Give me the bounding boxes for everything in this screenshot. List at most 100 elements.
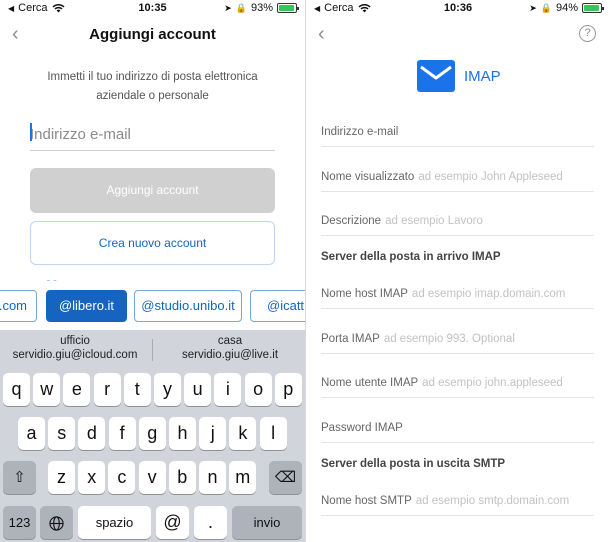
field-label: Password IMAP: [321, 422, 403, 434]
display-name-field[interactable]: Nome visualizzato ad esempio John Applese…: [321, 162, 594, 192]
status-bar: ◀ Cerca 10:35 ➤ 🔒 93%: [0, 0, 305, 18]
suggestion-label: ufficio: [60, 335, 90, 347]
battery-percent: 94%: [555, 2, 578, 14]
status-right: ➤ 🔒 94%: [529, 2, 604, 14]
location-icon: ➤: [224, 2, 232, 13]
key-f[interactable]: f: [108, 417, 136, 450]
status-bar: ◀ Cerca 10:36 ➤ 🔒 94%: [306, 0, 610, 18]
domain-chip[interactable]: .com: [0, 290, 37, 322]
mail-envelope-icon: [417, 60, 455, 92]
battery-percent: 93%: [250, 2, 273, 14]
key-w[interactable]: w: [33, 373, 61, 406]
key-z[interactable]: z: [48, 461, 75, 494]
lock-rotation-icon: 🔒: [235, 2, 247, 13]
add-account-screen: ◀ Cerca 10:35 ➤ 🔒 93% ‹ Aggiungi account…: [0, 0, 305, 542]
field-placeholder: ad esempio 993. Optional: [383, 333, 515, 345]
text-cursor: [30, 123, 32, 141]
page-title: Aggiungi account: [89, 26, 216, 43]
field-placeholder: ad esempio John Appleseed: [418, 171, 563, 183]
key-s[interactable]: s: [48, 417, 76, 450]
key-q[interactable]: q: [3, 373, 30, 406]
email-address-field[interactable]: Indirizzo e-mail: [321, 117, 594, 147]
imap-header: IMAP: [306, 58, 610, 96]
key-b[interactable]: b: [168, 461, 196, 494]
key-e[interactable]: e: [63, 373, 91, 406]
at-key[interactable]: @: [156, 506, 189, 539]
keyboard-suggestions: ufficio servidio.giu@icloud.com casa ser…: [0, 330, 305, 368]
key-j[interactable]: j: [199, 417, 227, 450]
key-k[interactable]: k: [229, 417, 257, 450]
email-input[interactable]: [30, 119, 275, 151]
incoming-server-section-title: Server della posta in arrivo IMAP: [321, 251, 501, 263]
field-label: Nome utente IMAP: [321, 377, 419, 389]
imap-title: IMAP: [464, 68, 501, 85]
intro-text: Immetti il tuo indirizzo di posta elettr…: [47, 71, 258, 102]
field-label: Nome visualizzato: [321, 171, 415, 183]
key-d[interactable]: d: [78, 417, 106, 450]
location-icon: ➤: [529, 2, 537, 13]
suggestion-label: casa: [217, 335, 243, 347]
create-account-button[interactable]: Crea nuovo account: [30, 221, 275, 265]
domain-chip[interactable]: @icatt.: [250, 290, 305, 322]
space-key[interactable]: spazio: [78, 506, 151, 539]
partially-hidden-text: oo: [45, 276, 58, 281]
key-c[interactable]: c: [108, 461, 136, 494]
key-t[interactable]: t: [123, 373, 151, 406]
field-label: Indirizzo e-mail: [321, 126, 399, 138]
battery-icon: [277, 3, 299, 13]
suggestion-item[interactable]: casa servidio.giu@live.it: [155, 334, 305, 362]
add-account-button[interactable]: Aggiungi account: [30, 168, 275, 213]
field-placeholder: ad esempio smtp.domain.com: [415, 495, 570, 507]
globe-key[interactable]: [40, 506, 73, 539]
suggestion-value: servidio.giu@icloud.com: [12, 349, 138, 361]
status-right: ➤ 🔒 93%: [224, 2, 299, 14]
battery-icon: [582, 3, 604, 13]
key-r[interactable]: r: [93, 373, 121, 406]
key-a[interactable]: a: [18, 417, 45, 450]
back-chevron-icon[interactable]: ‹: [318, 24, 334, 44]
return-key[interactable]: invio: [232, 506, 302, 539]
suggestion-divider: [152, 339, 153, 361]
smtp-host-field[interactable]: Nome host SMTP ad esempio smtp.domain.com: [321, 486, 594, 516]
field-placeholder: ad esempio imap.domain.com: [411, 288, 566, 300]
field-label: Nome host SMTP: [321, 495, 412, 507]
dot-key[interactable]: .: [194, 506, 227, 539]
description-field[interactable]: Descrizione ad esempio Lavoro: [321, 206, 594, 236]
delete-key[interactable]: ⌫: [269, 461, 302, 494]
screenshot-composite: ◀ Cerca 10:35 ➤ 🔒 93% ‹ Aggiungi account…: [0, 0, 610, 542]
imap-username-field[interactable]: Nome utente IMAP ad esempio john.applesee…: [321, 368, 594, 398]
key-o[interactable]: o: [244, 373, 272, 406]
field-placeholder: ad esempio Lavoro: [385, 215, 483, 227]
key-x[interactable]: x: [78, 461, 106, 494]
key-h[interactable]: h: [169, 417, 196, 450]
key-m[interactable]: m: [229, 461, 257, 494]
key-g[interactable]: g: [138, 417, 166, 450]
field-label: Porta IMAP: [321, 333, 380, 345]
outgoing-server-section-title: Server della posta in uscita SMTP: [321, 458, 506, 470]
field-label: Descrizione: [321, 215, 382, 227]
domain-suggestions: .com @libero.it @studio.unibo.it @icatt.: [0, 290, 305, 324]
globe-icon: [49, 516, 64, 531]
field-placeholder: ad esempio john.appleseed: [422, 377, 563, 389]
key-i[interactable]: i: [214, 373, 242, 406]
key-n[interactable]: n: [199, 461, 226, 494]
field-label: Nome host IMAP: [321, 288, 408, 300]
suggestion-value: servidio.giu@live.it: [181, 349, 279, 361]
key-l[interactable]: l: [259, 417, 287, 450]
suggestion-item[interactable]: ufficio servidio.giu@icloud.com: [0, 334, 150, 362]
key-p[interactable]: p: [274, 373, 302, 406]
imap-port-field[interactable]: Porta IMAP ad esempio 993. Optional: [321, 324, 594, 354]
imap-settings-screen: ◀ Cerca 10:36 ➤ 🔒 94% ‹ ? IMAP Indirizzo…: [306, 0, 610, 542]
help-icon[interactable]: ?: [579, 25, 596, 42]
numbers-key[interactable]: 123: [3, 506, 36, 539]
domain-chip[interactable]: @studio.unibo.it: [134, 290, 242, 322]
key-y[interactable]: y: [154, 373, 181, 406]
imap-host-field[interactable]: Nome host IMAP ad esempio imap.domain.com: [321, 279, 594, 309]
lock-rotation-icon: 🔒: [540, 2, 552, 13]
key-v[interactable]: v: [138, 461, 166, 494]
shift-key[interactable]: ⇧: [3, 461, 36, 494]
keyboard: ufficio servidio.giu@icloud.com casa ser…: [0, 330, 305, 542]
imap-password-field[interactable]: Password IMAP: [321, 413, 594, 443]
domain-chip-selected[interactable]: @libero.it: [46, 290, 127, 322]
key-u[interactable]: u: [184, 373, 212, 406]
